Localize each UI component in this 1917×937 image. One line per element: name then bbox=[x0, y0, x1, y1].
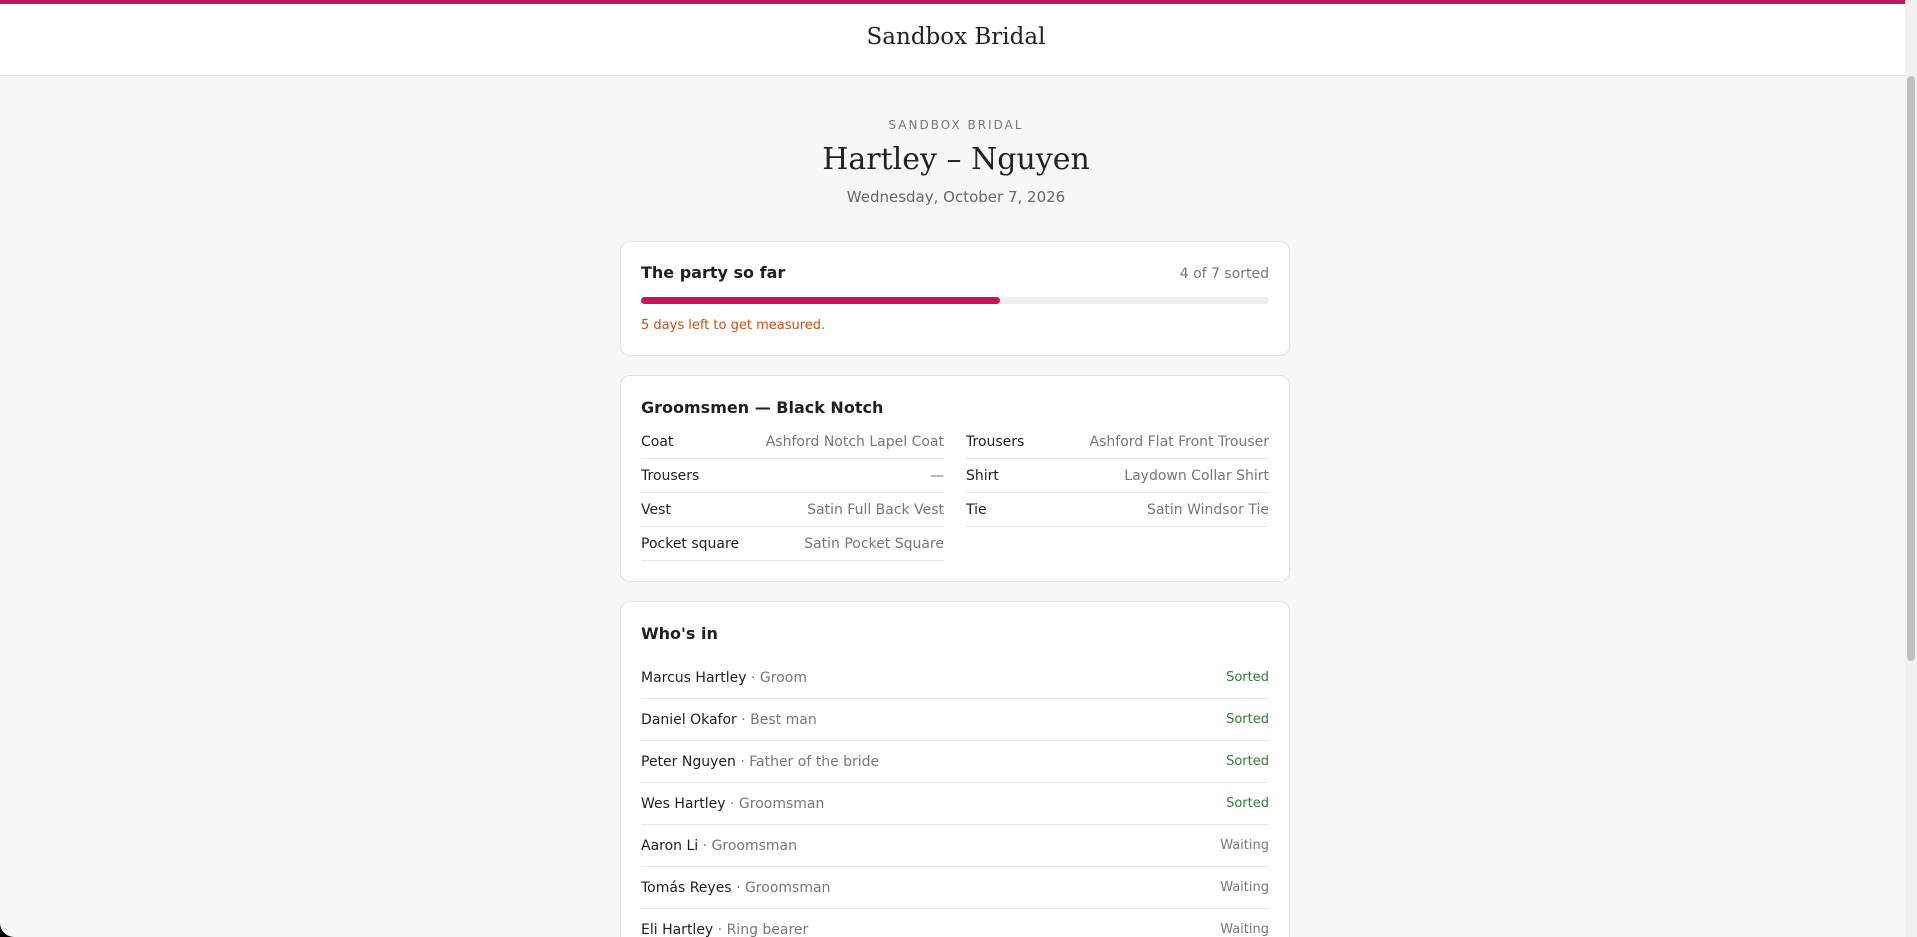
member-info: Marcus Hartley · Groom bbox=[641, 670, 807, 686]
progress-title: The party so far bbox=[641, 263, 786, 282]
spec-value: Satin Pocket Square bbox=[804, 535, 944, 552]
spec-label: Tie bbox=[966, 501, 987, 518]
spec-label: Pocket square bbox=[641, 535, 740, 552]
spec-value: — bbox=[930, 467, 944, 484]
outfit-spec-row: Tie Satin Windsor Tie bbox=[966, 493, 1269, 527]
outfit-spec-row: Pocket square Satin Pocket Square bbox=[641, 527, 944, 561]
spec-value: Satin Full Back Vest bbox=[807, 501, 944, 518]
spec-value: Ashford Notch Lapel Coat bbox=[765, 433, 944, 450]
member-separator: · bbox=[717, 921, 723, 937]
roster-row[interactable]: Eli Hartley · Ring bearer Waiting bbox=[641, 909, 1269, 937]
member-status: Waiting bbox=[1220, 880, 1269, 895]
member-separator: · bbox=[736, 879, 741, 896]
member-info: Wes Hartley · Groomsman bbox=[641, 796, 824, 812]
member-role: Ring bearer bbox=[726, 921, 809, 937]
member-name: Wes Hartley bbox=[641, 795, 726, 812]
outfit-spec-row: Shirt Laydown Collar Shirt bbox=[966, 459, 1269, 493]
brand-logo[interactable]: Sandbox Bridal bbox=[0, 24, 1912, 50]
member-separator: · bbox=[740, 753, 745, 770]
member-name: Daniel Okafor bbox=[641, 711, 737, 728]
spec-label: Trousers bbox=[641, 467, 700, 484]
member-name: Aaron Li bbox=[641, 837, 699, 854]
member-role: Father of the bride bbox=[749, 753, 880, 770]
roster-title: Who's in bbox=[641, 624, 718, 643]
top-bar: Sandbox Bridal bbox=[0, 4, 1917, 76]
member-status: Sorted bbox=[1226, 754, 1269, 769]
roster-row[interactable]: Wes Hartley · Groomsman Sorted bbox=[641, 783, 1269, 825]
member-name: Tomás Reyes bbox=[641, 879, 732, 896]
event-date: Wednesday, October 7, 2026 bbox=[846, 188, 1066, 206]
member-name: Marcus Hartley bbox=[641, 669, 747, 686]
outfit-spec-row: Trousers Ashford Flat Front Trouser bbox=[966, 425, 1269, 459]
member-separator: · bbox=[702, 837, 708, 854]
scrollbar[interactable] bbox=[1905, 0, 1917, 937]
member-status: Waiting bbox=[1220, 922, 1269, 937]
member-role: Best man bbox=[750, 711, 817, 728]
member-role: Groom bbox=[759, 669, 807, 686]
outfit-spec-row: Vest Satin Full Back Vest bbox=[641, 493, 944, 527]
spec-value: Laydown Collar Shirt bbox=[1124, 467, 1269, 484]
member-status: Sorted bbox=[1226, 796, 1269, 811]
spec-value: Satin Windsor Tie bbox=[1146, 501, 1269, 518]
deadline-notice: 5 days left to get measured. bbox=[641, 318, 826, 333]
roster-row[interactable]: Daniel Okafor · Best man Sorted bbox=[641, 699, 1269, 741]
member-info: Aaron Li · Groomsman bbox=[641, 838, 797, 854]
spec-label: Trousers bbox=[966, 433, 1025, 450]
member-role: Groomsman bbox=[738, 795, 825, 812]
member-name: Eli Hartley bbox=[641, 921, 714, 937]
progress-count: 4 of 7 sorted bbox=[1179, 266, 1269, 282]
spec-label: Shirt bbox=[966, 467, 999, 484]
roster-list: Marcus Hartley · Groom Sorted Daniel Okafo… bbox=[641, 657, 1269, 937]
roster-row[interactable]: Tomás Reyes · Groomsman Waiting bbox=[641, 867, 1269, 909]
spec-label: Vest bbox=[641, 501, 671, 518]
member-info: Eli Hartley · Ring bearer bbox=[641, 922, 808, 937]
outfit-spec-row: Coat Ashford Notch Lapel Coat bbox=[641, 425, 944, 459]
outfit-title: Groomsmen — Black Notch bbox=[641, 398, 884, 417]
member-status: Sorted bbox=[1226, 670, 1269, 685]
member-info: Daniel Okafor · Best man bbox=[641, 712, 817, 728]
outfit-spec-row: Trousers — bbox=[641, 459, 944, 493]
member-separator: · bbox=[729, 795, 735, 812]
member-info: Peter Nguyen · Father of the bride bbox=[641, 754, 879, 770]
roster-card: Who's in Marcus Hartley · Groom Sorted Dan… bbox=[620, 601, 1290, 937]
spec-value: Ashford Flat Front Trouser bbox=[1089, 433, 1269, 450]
progress-track bbox=[641, 297, 1269, 304]
member-name: Peter Nguyen bbox=[641, 753, 736, 770]
app-window: Sandbox Bridal SANDBOX BRIDAL Hartley – … bbox=[0, 0, 1917, 937]
spec-label: Coat bbox=[641, 433, 674, 450]
member-status: Sorted bbox=[1226, 712, 1269, 727]
scrollbar-thumb[interactable] bbox=[1907, 76, 1915, 661]
progress-card: The party so far 4 of 7 sorted 5 days le… bbox=[620, 241, 1290, 356]
outfit-card: Groomsmen — Black Notch Coat Ashford Notc… bbox=[620, 375, 1290, 582]
member-role: Groomsman bbox=[744, 879, 831, 896]
event-eyebrow: SANDBOX BRIDAL bbox=[888, 118, 1024, 132]
member-status: Waiting bbox=[1220, 838, 1269, 853]
outfit-column-right: Trousers Ashford Flat Front Trouser Shirt L… bbox=[966, 425, 1269, 561]
outfit-grid: Coat Ashford Notch Lapel Coat Trousers — Ves… bbox=[641, 425, 1269, 561]
page-title: Hartley – Nguyen bbox=[822, 142, 1090, 177]
member-separator: · bbox=[741, 711, 746, 728]
progress-fill bbox=[641, 297, 1000, 304]
roster-row[interactable]: Marcus Hartley · Groom Sorted bbox=[641, 657, 1269, 699]
roster-row[interactable]: Peter Nguyen · Father of the bride Sorted bbox=[641, 741, 1269, 783]
outfit-column-left: Coat Ashford Notch Lapel Coat Trousers — Ves… bbox=[641, 425, 944, 561]
member-info: Tomás Reyes · Groomsman bbox=[641, 880, 830, 896]
roster-row[interactable]: Aaron Li · Groomsman Waiting bbox=[641, 825, 1269, 867]
member-separator: · bbox=[751, 669, 756, 686]
member-role: Groomsman bbox=[711, 837, 797, 854]
